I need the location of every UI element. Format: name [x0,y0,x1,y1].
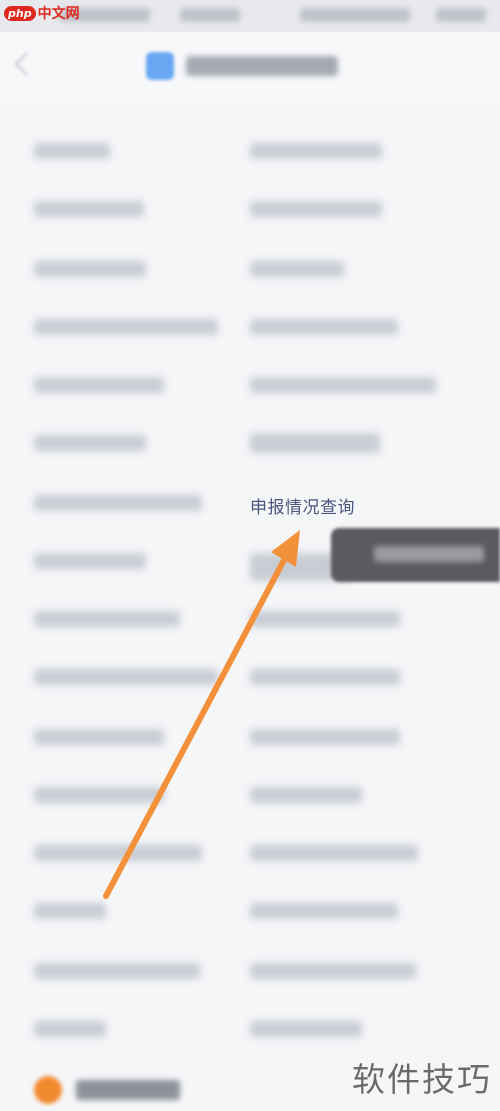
arrow-shaft [103,542,295,899]
brand-watermark: 软件技巧 [352,1060,492,1099]
annotation-arrow-icon [103,530,300,899]
